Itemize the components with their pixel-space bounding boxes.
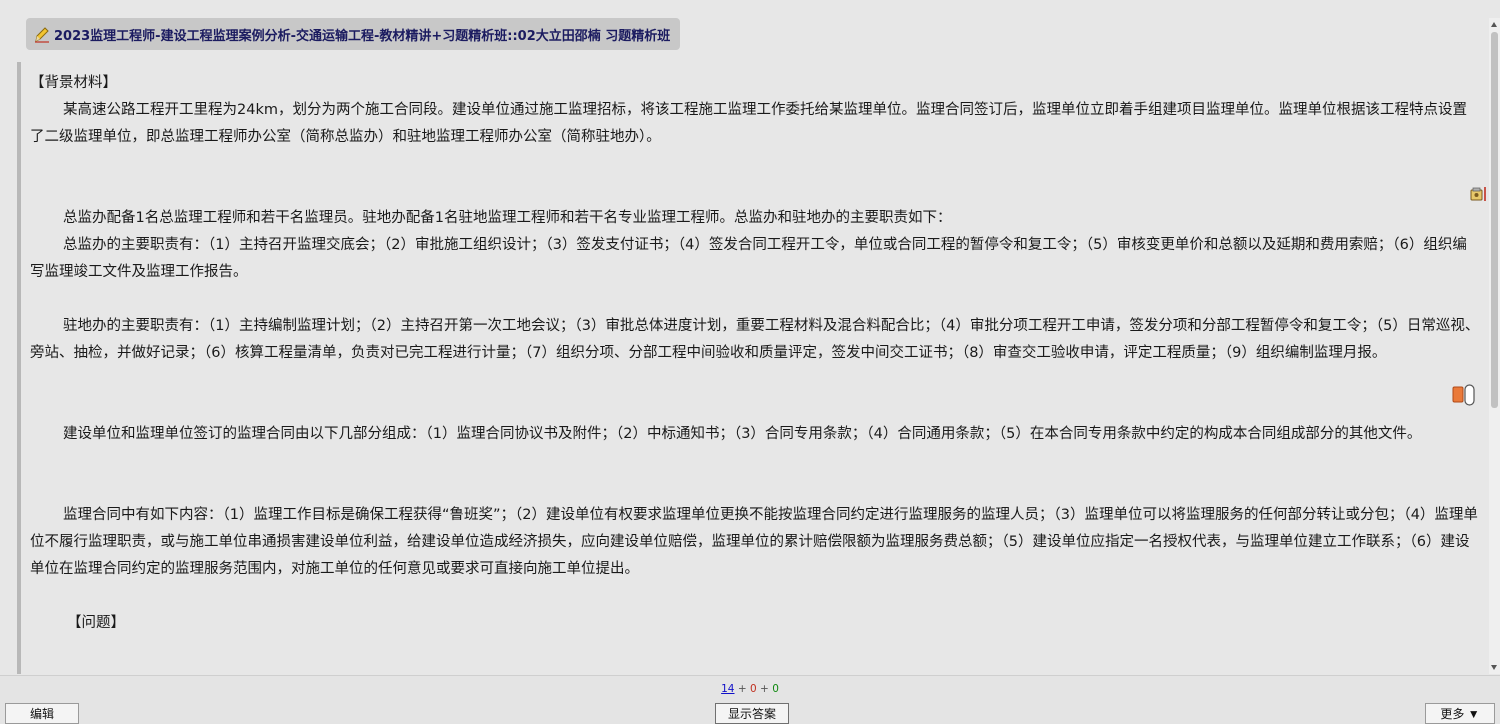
count-separator: +: [760, 683, 769, 695]
card-counts: 14 + 0 + 0: [0, 682, 1500, 696]
learning-count: 0: [750, 683, 757, 695]
review-count: 0: [772, 683, 779, 695]
more-button[interactable]: 更多 ▼: [1425, 703, 1495, 724]
scroll-down-arrow-icon[interactable]: [1491, 665, 1497, 670]
deck-title: 2023监理工程师-建设工程监理案例分析-交通运输工程-教材精讲+习题精析班::…: [54, 28, 671, 44]
marker-badge-icon[interactable]: [1470, 186, 1488, 202]
review-bottom-bar: 14 + 0 + 0 编辑 显示答案 更多 ▼: [0, 675, 1500, 724]
vertical-scrollbar[interactable]: [1489, 18, 1500, 674]
deck-title-bar: 2023监理工程师-建设工程监理案例分析-交通运输工程-教材精讲+习题精析班::…: [26, 18, 681, 50]
card-paragraph: 总监办的主要职责有：（1）主持召开监理交底会；（2）审批施工组织设计；（3）签发…: [30, 237, 1467, 280]
show-answer-button[interactable]: 显示答案: [715, 703, 789, 724]
question-heading: 【问题】: [67, 615, 125, 631]
scroll-up-arrow-icon[interactable]: [1491, 22, 1497, 27]
card-paragraph: 总监办配备1名总监理工程师和若干名监理员。驻地办配备1名驻地监理工程师和若干名专…: [63, 210, 952, 226]
card-paragraph: 驻地办的主要职责有：（1）主持编制监理计划；（2）主持召开第一次工地会议；（3）…: [30, 318, 1480, 361]
pencil-note-icon: [34, 26, 51, 43]
card-paragraph: 某高速公路工程开工里程为24km，划分为两个施工合同段。建设单位通过施工监理招标…: [30, 102, 1467, 145]
card-content: 【背景材料】 某高速公路工程开工里程为24km，划分为两个施工合同段。建设单位通…: [17, 62, 1489, 674]
card-paragraph: 监理合同中有如下内容：（1）监理工作目标是确保工程获得“鲁班奖”；（2）建设单位…: [30, 507, 1478, 577]
count-separator: +: [737, 683, 747, 695]
card-paragraph: 建设单位和监理单位签订的监理合同由以下几部分组成：（1）监理合同协议书及附件；（…: [63, 426, 1422, 442]
toggle-switch-icon[interactable]: [1451, 383, 1477, 407]
new-count[interactable]: 14: [721, 683, 734, 695]
scrollbar-thumb[interactable]: [1491, 32, 1498, 408]
background-heading: 【背景材料】: [30, 75, 117, 91]
edit-button[interactable]: 编辑: [5, 703, 79, 724]
